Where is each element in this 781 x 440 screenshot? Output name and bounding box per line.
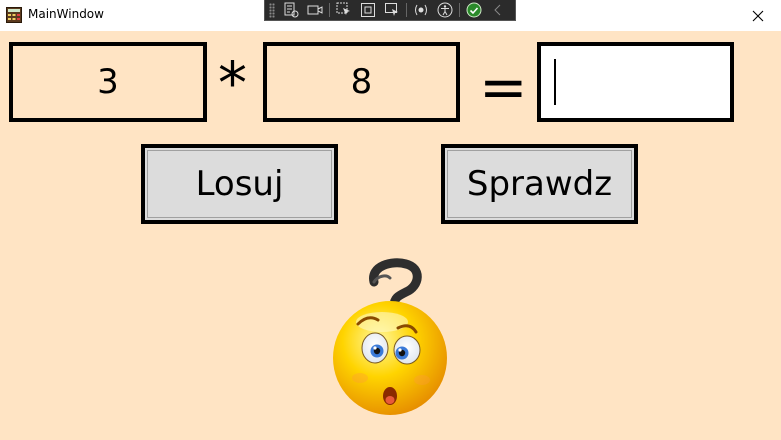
display-layout-adorners-icon[interactable] (359, 1, 377, 19)
confused-face-icon (330, 256, 452, 418)
select-element-icon[interactable] (335, 1, 353, 19)
window-title: MainWindow (28, 7, 104, 21)
losuj-button-label: Losuj (195, 164, 284, 204)
toolbar-separator (459, 3, 460, 17)
live-visual-tree-icon[interactable] (282, 1, 300, 19)
sprawdz-button[interactable]: Sprawdz (441, 144, 638, 224)
binding-failures-icon[interactable] (412, 1, 430, 19)
hot-reload-ok-icon[interactable] (465, 1, 483, 19)
sprawdz-button-label: Sprawdz (466, 164, 613, 204)
close-button[interactable] (735, 0, 781, 31)
accessibility-icon[interactable] (436, 1, 454, 19)
close-icon (752, 10, 764, 21)
toolbar-separator (329, 3, 330, 17)
operand-a-field: 3 (9, 42, 207, 122)
answer-input[interactable] (537, 42, 734, 122)
equals-sign: = (479, 53, 528, 121)
operand-b-field: 8 (263, 42, 460, 122)
collapse-chevron-icon[interactable] (489, 1, 507, 19)
text-caret (554, 59, 556, 105)
toolbar-grip[interactable] (269, 2, 275, 18)
track-focused-element-icon[interactable] (383, 1, 401, 19)
operand-a-value: 3 (97, 62, 119, 102)
record-icon[interactable] (306, 1, 324, 19)
title-bar: MainWindow (0, 0, 781, 31)
xaml-debug-toolbar (264, 0, 516, 21)
operand-b-value: 8 (350, 62, 373, 102)
toolbar-separator (406, 3, 407, 17)
losuj-button[interactable]: Losuj (141, 144, 338, 224)
calculator-icon[interactable] (6, 7, 22, 23)
multiply-sign: * (218, 49, 247, 117)
